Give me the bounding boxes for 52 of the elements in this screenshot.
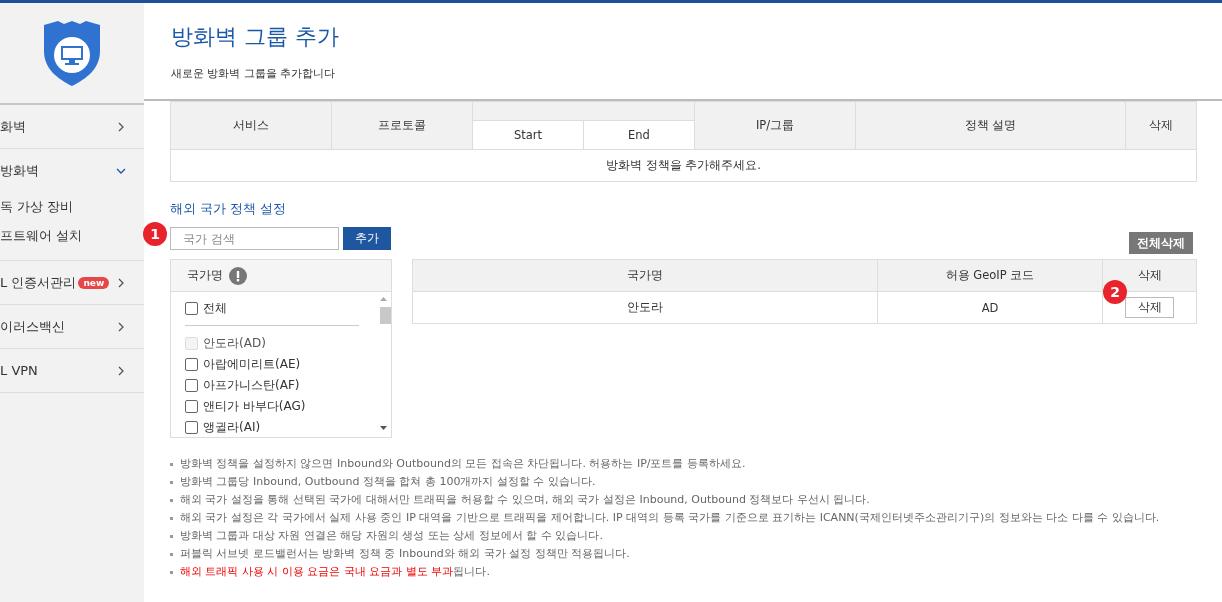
add-button[interactable]: 추가 (343, 227, 391, 250)
column-header: 국가명 (187, 268, 223, 283)
country-option[interactable]: 앵귈라(AI) (185, 417, 376, 438)
note-text: 퍼블릭 서브넷 로드밸런서는 방화벽 정책 중 Inbound와 해외 국가 설정 정책만 적용됩니다. (170, 546, 1197, 562)
table-cell: AD (877, 291, 1103, 324)
delete-all-button[interactable]: 전체삭제 (1129, 232, 1193, 254)
sidebar-subitem[interactable]: 프트웨어 설치 (0, 221, 144, 250)
sidebar-item[interactable]: 이러스백신 (0, 305, 144, 349)
table-header: IP/그룹 (694, 101, 856, 150)
table-header: 허용 GeoIP 코드 (877, 259, 1103, 292)
country-option[interactable]: 앤티가 바부다(AG) (185, 396, 376, 417)
note-text: 방화벽 그룹당 Inbound, Outbound 정책을 합쳐 총 100개까지 설정할 수 있습니다. (170, 474, 1197, 490)
table-header: 국가명 (412, 259, 878, 292)
page-subtitle: 새로운 방화벽 그룹을 추가합니다 (171, 65, 337, 81)
country-search-field[interactable]: 국가 검색 (170, 227, 339, 250)
table-header: 삭제 (1125, 101, 1197, 150)
chevron-right-icon (116, 321, 126, 332)
table-header: End (583, 120, 695, 150)
chevron-right-icon (116, 365, 126, 376)
empty-message: 방화벽 정책을 추가해주세요. (170, 149, 1197, 182)
step-badge: 1 (143, 222, 167, 246)
sidebar-item-label: 방화벽 (0, 161, 39, 180)
shield-monitor-logo (42, 19, 102, 87)
country-option[interactable]: 아프가니스탄(AF) (185, 375, 376, 396)
note-text: 해외 국가 설정은 각 국가에서 실제 사용 중인 IP 대역을 기반으로 트래픽을 제어합니다. IP 대역의 등록 국가를 기준으로 표기하는 ICANN(국제인터넷주소관리기구)의 정보와는 다소 다를 수 있습니다. (170, 510, 1197, 526)
note-text: 해외 국가 설정을 통해 선택된 국가에 대해서만 트래픽을 허용할 수 있으며, 해외 국가 설정은 Inbound, Outbound 정책보다 우선시 됩니다. (170, 492, 1197, 508)
section-title: 해외 국가 정책 설정 (170, 200, 288, 218)
chevron-right-icon (116, 277, 126, 288)
sidebar-subitem[interactable]: 독 가상 장비 (0, 192, 144, 221)
country-option[interactable]: 아랍에미리트(AE) (185, 354, 376, 375)
sidebar-item[interactable]: L VPN (0, 349, 144, 393)
note-text: 방화벽 정책을 설정하지 않으면 Inbound와 Outbound의 모든 접속은 차단됩니다. 허용하는 IP/포트를 등록하세요. (170, 456, 1197, 472)
note-text: 해외 트래픽 사용 시 이용 요금은 국내 요금과 별도 부과됩니다. (170, 564, 1197, 580)
sidebar-item[interactable]: 방화벽 (0, 149, 144, 192)
table-header: 정책 설명 (855, 101, 1126, 150)
sidebar-item[interactable]: 화벽 (0, 105, 144, 149)
new-badge: new (78, 276, 110, 289)
table-header: Start (472, 120, 584, 150)
table-header: 프로토콜 (331, 101, 473, 150)
chevron-right-icon (116, 121, 126, 132)
delete-button[interactable]: 삭제 (1125, 297, 1174, 318)
sidebar-item[interactable]: L 인증서관리 new (0, 261, 144, 305)
exclamation-icon (229, 266, 247, 285)
page-title: 방화벽 그룹 추가 (171, 22, 340, 51)
country-option[interactable]: 전체 (185, 298, 376, 319)
table-cell: 안도라 (412, 291, 878, 324)
sidebar-item-label: L VPN (0, 363, 38, 378)
sidebar-item-label: 이러스백신 (0, 317, 65, 336)
sidebar-item-label: 화벽 (0, 117, 26, 136)
note-text: 방화벽 그룹과 대상 자원 연결은 해당 자원의 생성 또는 상세 정보에서 할 수 있습니다. (170, 528, 1197, 544)
table-header: 서비스 (170, 101, 332, 150)
sidebar-item-label: L 인증서관리 (0, 273, 77, 292)
